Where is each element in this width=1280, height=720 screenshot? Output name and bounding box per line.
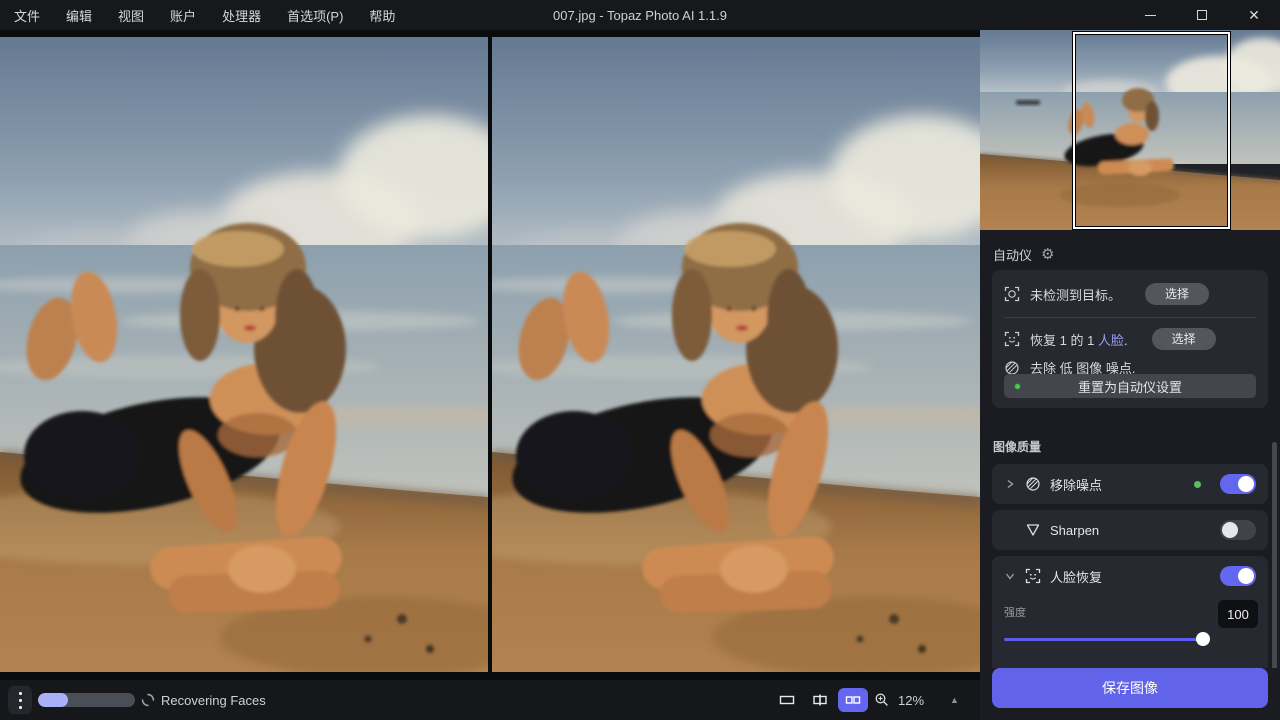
- menu-processor[interactable]: 处理器: [222, 6, 261, 25]
- settings-panel: 自动仪 ⚙ 未检测到目标。 选择 恢复 1 的 1 人脸.: [980, 230, 1280, 668]
- sharpen-icon: [1025, 522, 1041, 538]
- menu-bar: 文件 编辑 视图 账户 处理器 首选项(P) 帮助: [0, 6, 395, 25]
- face-recovery-label: 人脸恢复: [1050, 567, 1211, 586]
- autopilot-card: 未检测到目标。 选择 恢复 1 的 1 人脸. 选择: [992, 270, 1268, 408]
- single-view-icon: [779, 692, 795, 708]
- menu-help[interactable]: 帮助: [369, 6, 395, 25]
- view-mode-group: [772, 688, 868, 712]
- menu-file[interactable]: 文件: [14, 6, 40, 25]
- menu-view[interactable]: 视图: [118, 6, 144, 25]
- kebab-dot: [19, 699, 22, 702]
- card-divider: [1004, 317, 1256, 318]
- menu-account[interactable]: 账户: [170, 6, 196, 25]
- chevron-down-icon[interactable]: [1004, 570, 1016, 582]
- autopilot-header: 自动仪 ⚙: [993, 245, 1054, 264]
- toggle-knob: [1238, 476, 1254, 492]
- strength-value-box[interactable]: 100: [1218, 600, 1258, 628]
- side-by-side-view-icon: [845, 692, 861, 708]
- zoom-dropdown-arrow[interactable]: ▲: [950, 695, 959, 705]
- face-link[interactable]: 人脸: [1098, 333, 1124, 348]
- close-icon: ✕: [1248, 8, 1260, 22]
- photo-canvas: [0, 30, 980, 680]
- face-select-button[interactable]: 选择: [1152, 328, 1216, 350]
- sharpen-toggle[interactable]: [1220, 520, 1256, 540]
- before-image-pane[interactable]: [0, 37, 488, 672]
- face-detect-row: 恢复 1 的 1 人脸. 选择: [1004, 328, 1256, 350]
- minimize-button[interactable]: [1124, 0, 1176, 30]
- reset-autopilot-button[interactable]: 重置为自动仪设置: [1004, 374, 1256, 398]
- denoise-label: 移除噪点: [1050, 475, 1185, 494]
- face-recovery-card: 人脸恢复 强度 100 1人脸选择 选择: [992, 556, 1268, 668]
- zoom-control: 12% ▲: [874, 688, 959, 712]
- toggle-knob: [1222, 522, 1238, 538]
- save-image-button[interactable]: 保存图像: [992, 668, 1268, 708]
- image-quality-section-label: 图像质量: [993, 438, 1041, 455]
- kebab-dot: [19, 706, 22, 709]
- strength-label: 强度: [1004, 604, 1026, 620]
- menu-edit[interactable]: 编辑: [66, 6, 92, 25]
- autopilot-title: 自动仪: [993, 245, 1032, 264]
- denoise-card[interactable]: 移除噪点: [992, 464, 1268, 504]
- face-detect-icon: [1004, 331, 1020, 347]
- kebab-dot: [19, 692, 22, 695]
- face-recovery-header[interactable]: 人脸恢复: [992, 556, 1268, 596]
- side-by-side-view-button[interactable]: [838, 688, 868, 712]
- denoise-toggle[interactable]: [1220, 474, 1256, 494]
- split-view-icon: [812, 692, 828, 708]
- thumbnail-viewport-rect[interactable]: [1073, 32, 1230, 229]
- chevron-right-icon[interactable]: [1004, 478, 1016, 490]
- thumbnail-navigator[interactable]: [980, 30, 1280, 230]
- subject-detect-row: 未检测到目标。 选择: [1004, 283, 1256, 305]
- status-text: Recovering Faces: [161, 693, 266, 708]
- spinner-icon: [141, 693, 155, 707]
- gear-icon[interactable]: ⚙: [1041, 247, 1054, 262]
- status-bar: Recovering Faces 12% ▲: [0, 680, 980, 720]
- minimize-icon: [1145, 15, 1156, 16]
- title-bar: 文件 编辑 视图 账户 处理器 首选项(P) 帮助 007.jpg - Topa…: [0, 0, 1280, 30]
- maximize-icon: [1197, 10, 1207, 20]
- face-recovery-icon: [1025, 568, 1041, 584]
- face-recovery-toggle[interactable]: [1220, 566, 1256, 586]
- close-button[interactable]: ✕: [1228, 0, 1280, 30]
- after-photo: [492, 37, 980, 672]
- denoise-status-dot: [1194, 481, 1201, 488]
- zoom-level[interactable]: 12%: [898, 693, 924, 708]
- right-panel: 自动仪 ⚙ 未检测到目标。 选择 恢复 1 的 1 人脸.: [980, 30, 1280, 720]
- reset-status-dot: [1014, 383, 1021, 390]
- kebab-menu-button[interactable]: [8, 686, 32, 714]
- denoise-icon: [1025, 476, 1041, 492]
- strength-slider[interactable]: [1004, 632, 1210, 646]
- progress-bar: [38, 693, 135, 707]
- sharpen-label: Sharpen: [1050, 523, 1211, 538]
- menu-preferences[interactable]: 首选项(P): [287, 6, 343, 25]
- toggle-knob: [1238, 568, 1254, 584]
- zoom-in-icon[interactable]: [874, 692, 890, 708]
- before-photo: [0, 37, 488, 672]
- panel-scrollbar[interactable]: [1272, 442, 1277, 668]
- subject-detect-text: 未检测到目标。: [1030, 285, 1121, 304]
- subject-select-button[interactable]: 选择: [1145, 283, 1209, 305]
- subject-detect-icon: [1004, 286, 1020, 302]
- window-controls: ✕: [1124, 0, 1280, 30]
- slider-track: [1004, 638, 1210, 641]
- single-view-button[interactable]: [772, 688, 802, 712]
- face-detect-text: 恢复 1 的 1 人脸.: [1030, 330, 1128, 349]
- sharpen-card[interactable]: Sharpen: [992, 510, 1268, 550]
- split-view-button[interactable]: [805, 688, 835, 712]
- slider-thumb[interactable]: [1196, 632, 1210, 646]
- window-title: 007.jpg - Topaz Photo AI 1.1.9: [553, 8, 727, 23]
- progress-fill: [38, 693, 68, 707]
- maximize-button[interactable]: [1176, 0, 1228, 30]
- after-image-pane[interactable]: [492, 37, 980, 672]
